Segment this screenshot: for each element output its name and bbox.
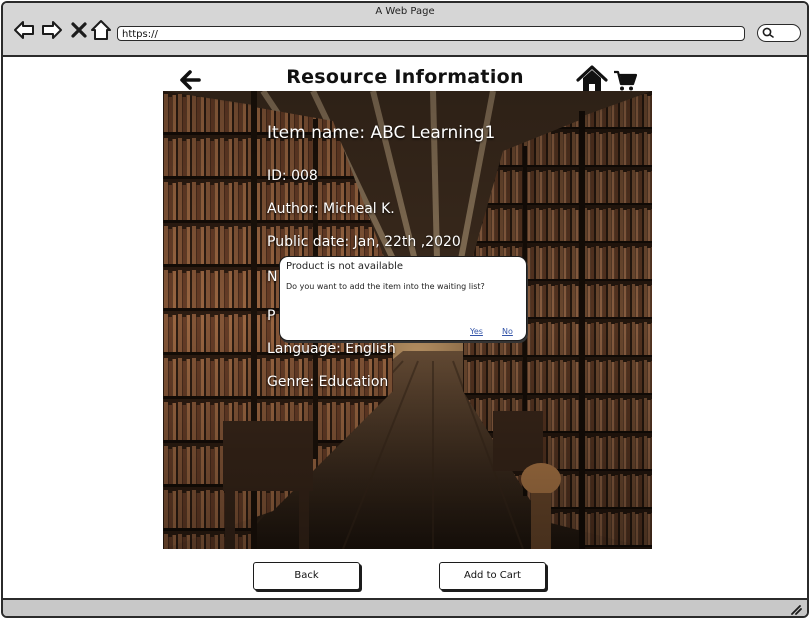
home-icon[interactable]	[575, 65, 609, 93]
url-input[interactable]: https://	[117, 26, 745, 41]
dialog-yes-link[interactable]: Yes	[470, 327, 483, 336]
dialog-message: Do you want to add the item into the wai…	[286, 282, 485, 291]
browser-titlebar: A Web Page https://	[3, 3, 807, 57]
dialog-no-link[interactable]: No	[502, 327, 513, 336]
item-hidden-line-2: P	[267, 308, 276, 324]
resize-grip-icon[interactable]	[789, 603, 803, 615]
item-id: ID: 008	[267, 168, 318, 184]
item-language: Language: English	[267, 341, 396, 357]
item-hidden-line-1: N	[267, 269, 278, 285]
page-header: Resource Information	[3, 63, 807, 93]
arrow-left-outline-icon[interactable]	[13, 19, 35, 41]
dialog-title: Product is not available	[286, 261, 404, 272]
back-button[interactable]: Back	[253, 562, 360, 590]
item-author: Author: Micheal K.	[267, 201, 395, 217]
browser-window: A Web Page https:// Resource Information	[1, 1, 809, 618]
arrow-right-outline-icon[interactable]	[41, 19, 63, 41]
home-outline-icon[interactable]	[90, 19, 112, 41]
item-name: Item name: ABC Learning1	[267, 123, 496, 143]
unavailable-dialog: Product is not available Do you want to …	[279, 256, 527, 341]
item-genre: Genre: Education	[267, 374, 389, 390]
browser-search[interactable]	[757, 24, 801, 42]
window-title: A Web Page	[375, 6, 435, 17]
page-title: Resource Information	[286, 66, 524, 88]
search-icon	[762, 27, 774, 38]
browser-statusbar	[3, 598, 807, 616]
item-public-date: Public date: Jan, 22th ,2020	[267, 234, 461, 250]
add-to-cart-button[interactable]: Add to Cart	[439, 562, 546, 590]
shopping-cart-icon[interactable]	[613, 70, 637, 92]
close-x-icon[interactable]	[68, 19, 90, 41]
